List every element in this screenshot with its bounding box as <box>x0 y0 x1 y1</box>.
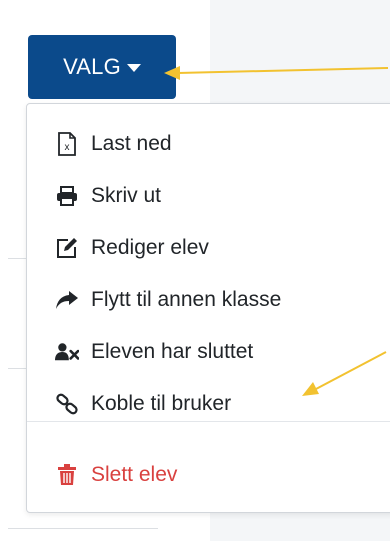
menu-item-label: Last ned <box>91 132 172 155</box>
share-arrow-icon <box>55 288 79 312</box>
menu-item-edit-student[interactable]: Rediger elev <box>27 226 390 270</box>
menu-item-label: Eleven har sluttet <box>91 340 254 363</box>
menu-item-download[interactable]: x Last ned <box>27 122 390 166</box>
svg-text:x: x <box>65 142 70 153</box>
remove-user-icon <box>55 340 79 364</box>
menu-item-label: Skriv ut <box>91 184 162 207</box>
menu-item-print[interactable]: Skriv ut <box>27 174 390 218</box>
menu-item-move-class[interactable]: Flytt til annen klasse <box>27 278 390 322</box>
valg-dropdown-button[interactable]: VALG <box>28 35 176 99</box>
caret-down-icon <box>126 64 141 72</box>
excel-file-icon: x <box>55 132 79 156</box>
menu-item-label: Koble til bruker <box>91 392 232 415</box>
menu-item-link-user[interactable]: Koble til bruker <box>27 382 390 426</box>
valg-button-label: VALG <box>63 54 121 79</box>
link-icon <box>55 392 79 416</box>
menu-item-label: Slett elev <box>91 463 178 486</box>
menu-divider <box>27 421 390 422</box>
printer-icon <box>55 184 79 208</box>
trash-icon <box>55 463 79 487</box>
divider-line <box>8 528 158 529</box>
menu-item-label: Flytt til annen klasse <box>91 288 282 311</box>
menu-item-student-left[interactable]: Eleven har sluttet <box>27 330 390 374</box>
menu-item-delete-student[interactable]: Slett elev <box>27 453 390 497</box>
dropdown-menu: x Last ned Skriv ut Rediger elev Flytt t… <box>26 103 390 513</box>
edit-icon <box>55 236 79 260</box>
menu-item-label: Rediger elev <box>91 236 209 259</box>
